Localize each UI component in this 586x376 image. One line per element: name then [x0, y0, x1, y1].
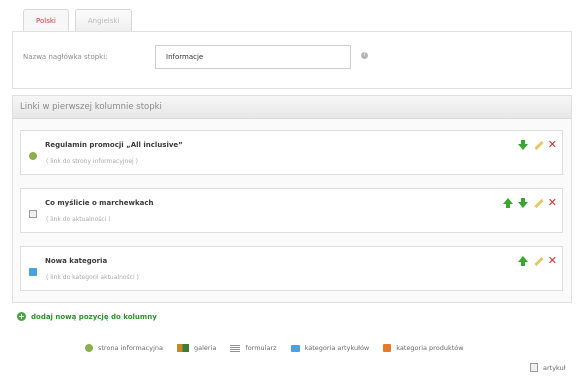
legend-item: kategoria artykułów [290, 344, 370, 352]
item-title[interactable]: Nowa kategoria [45, 257, 107, 265]
add-icon: + [17, 312, 26, 321]
tab-polski[interactable]: Polski [23, 9, 69, 31]
edit-icon[interactable] [533, 256, 543, 266]
move-up-icon[interactable] [517, 256, 528, 266]
header-name-label: Nazwa nagłówka stopki: [23, 53, 108, 61]
legend-item: galeria [177, 344, 216, 352]
move-down-icon[interactable] [517, 140, 528, 150]
move-down-icon[interactable] [517, 198, 528, 208]
item-title[interactable]: Regulamin promocji „All inclusive” [45, 141, 183, 149]
legend-label: formularz [245, 344, 277, 352]
legend-item: strona informacyjna [85, 344, 163, 352]
legend-item: artykuł [530, 363, 566, 372]
legend-item: formularz [230, 344, 277, 352]
help-icon[interactable]: ? [361, 52, 368, 59]
item-title[interactable]: Co myślicie o marchewkach [45, 199, 154, 207]
footer-header-form: Nazwa nagłówka stopki: Informacje ? [12, 31, 572, 89]
legend-label: artykuł [543, 363, 566, 372]
legend-label: kategoria artykułów [304, 344, 370, 352]
info-icon [29, 152, 37, 160]
item-actions: ✕ [517, 255, 557, 266]
gallery-icon [177, 344, 190, 352]
links-panel: Linki w pierwszej kolumnie stopki Regula… [12, 95, 572, 303]
header-name-input[interactable]: Informacje [155, 45, 351, 69]
item-subtitle: ( link do kategorii aktualności ) [46, 274, 139, 281]
info-icon [85, 344, 93, 352]
form-icon [230, 344, 241, 352]
language-tabs: Polski Angielski [23, 9, 133, 31]
edit-icon[interactable] [533, 140, 543, 150]
category-icon [29, 268, 37, 276]
legend-label: kategoria produktów [396, 344, 464, 352]
item-actions: ✕ [517, 139, 557, 150]
delete-icon[interactable]: ✕ [548, 255, 557, 266]
add-item-link[interactable]: + dodaj nową pozycję do kolumny [17, 312, 157, 321]
article-icon [530, 363, 538, 372]
move-up-icon[interactable] [502, 198, 513, 208]
product-category-icon [383, 344, 392, 352]
legend-item: kategoria produktów [383, 344, 464, 352]
tab-angielski[interactable]: Angielski [74, 9, 133, 31]
delete-icon[interactable]: ✕ [548, 139, 557, 150]
add-item-label: dodaj nową pozycję do kolumny [31, 312, 157, 321]
item-actions: ✕ [502, 197, 557, 208]
delete-icon[interactable]: ✕ [548, 197, 557, 208]
legend-label: galeria [194, 344, 217, 352]
item-subtitle: ( link do aktualności ) [46, 216, 111, 223]
edit-icon[interactable] [533, 198, 543, 208]
list-item: Co myślicie o marchewkach ( link do aktu… [20, 188, 563, 233]
icon-legend: strona informacyjna galeria formularz ka… [85, 344, 464, 352]
legend-label: strona informacyjna [98, 344, 164, 352]
item-subtitle: ( link do strony informacyjnej ) [46, 158, 138, 165]
article-icon [29, 210, 37, 218]
list-item: Nowa kategoria ( link do kategorii aktua… [20, 246, 563, 291]
panel-title: Linki w pierwszej kolumnie stopki [13, 96, 571, 119]
category-icon [290, 344, 300, 352]
list-item: Regulamin promocji „All inclusive” ( lin… [20, 130, 563, 175]
